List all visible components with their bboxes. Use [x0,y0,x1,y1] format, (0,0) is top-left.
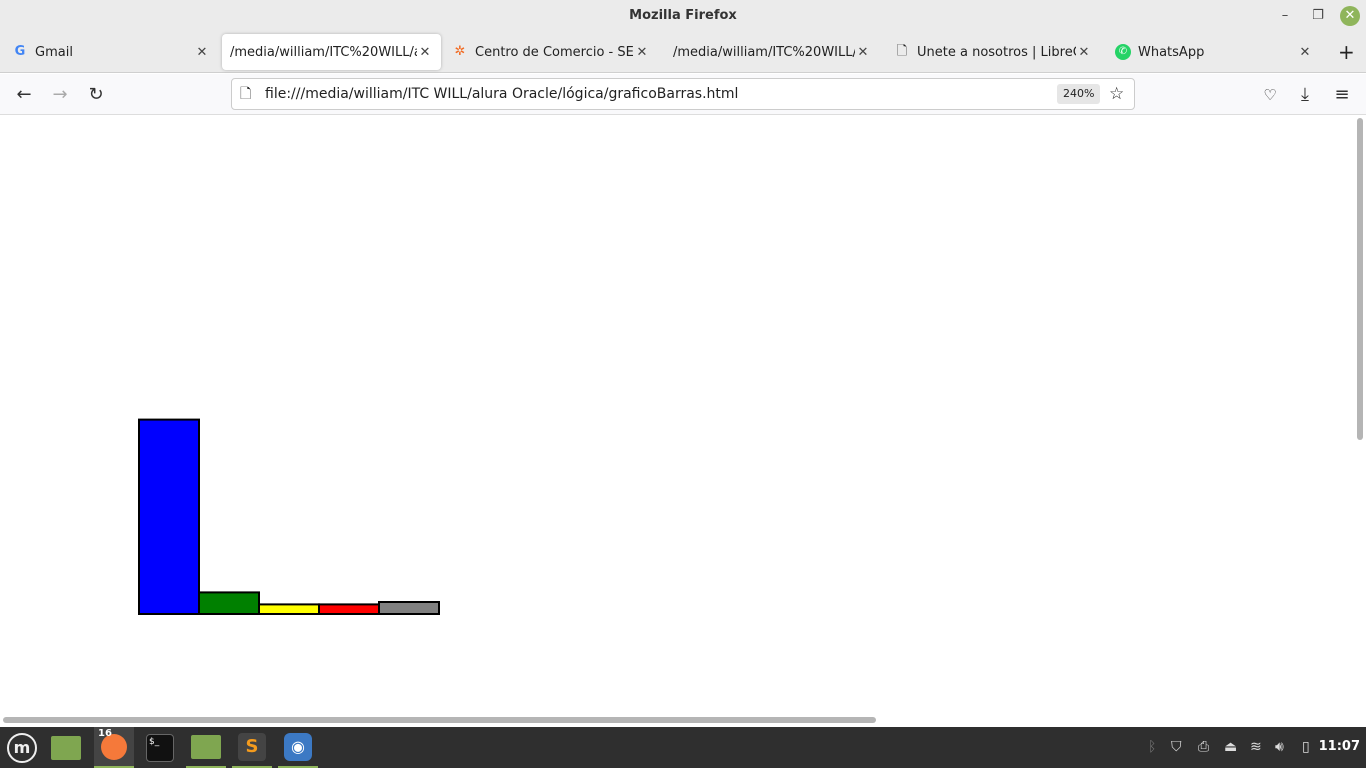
close-tab-icon[interactable]: ✕ [417,45,433,60]
close-tab-icon[interactable]: ✕ [855,45,871,60]
tab-sena[interactable]: ✲ Centro de Comercio - SENA ✕ [444,34,658,70]
tab-label: /media/william/ITC%20WILL/al [673,44,855,60]
downloads-icon[interactable]: ⤓ [1293,83,1317,107]
terminal-icon[interactable]: $_ [140,727,180,768]
shield-icon[interactable]: ⛉ [1171,739,1182,755]
window-titlebar: Mozilla Firefox – ❐ ✕ [0,0,1366,32]
minimize-button[interactable]: – [1275,6,1295,26]
tab-label: /media/william/ITC%20WILL/al [230,44,417,60]
navigation-toolbar: ← → ↻ 🗋 file:///media/william/ITC WILL/a… [0,74,1366,115]
page-icon: 🗋 [240,86,252,102]
page-icon: 🗋 [896,44,908,59]
window-count-badge: 16 [98,728,112,739]
wifi-icon[interactable]: ≋ [1250,739,1262,755]
tab-strip: G Gmail ✕ /media/william/ITC%20WILL/al ✕… [0,32,1366,73]
show-desktop-icon[interactable] [46,727,86,768]
tab-grafico-barras[interactable]: /media/william/ITC%20WILL/al ✕ [222,34,441,70]
menu-icon[interactable]: ≡ [1330,83,1354,107]
bluetooth-icon[interactable]: ᛒ [1148,739,1156,755]
close-window-button[interactable]: ✕ [1340,6,1360,26]
whatsapp-icon: ✆ [1115,44,1131,60]
back-button[interactable]: ← [12,83,36,107]
files-icon[interactable] [186,727,226,768]
firefox-taskbar-button[interactable]: 16 [94,727,134,768]
bar-5 [378,601,440,615]
url-bar[interactable]: 🗋 file:///media/william/ITC WILL/alura O… [231,78,1135,110]
bar-4 [318,603,380,615]
tab-media[interactable]: /media/william/ITC%20WILL/al ✕ [665,34,879,70]
url-text: file:///media/william/ITC WILL/alura Ora… [265,86,739,102]
bar-2 [198,591,260,615]
volume-icon[interactable]: 🔊︎ [1275,739,1284,755]
sena-icon: ✲ [454,44,466,59]
tab-libreoffice[interactable]: 🗋 Únete a nosotros | LibreOffi ✕ [886,34,1100,70]
taskbar: m 16 $_ S ◉ ᛒ ⛉ ⎙ ⏏ ≋ 🔊︎ ▯ 11:07 [0,727,1366,768]
vertical-scrollbar[interactable] [1357,118,1363,440]
tab-label: Únete a nosotros | LibreOffi [917,44,1076,60]
mint-menu-icon[interactable]: m [2,727,42,768]
screenshot-icon[interactable]: ◉ [278,727,318,768]
close-tab-icon[interactable]: ✕ [194,45,210,60]
bar-1 [138,418,200,615]
clock[interactable]: 11:07 [1319,739,1360,754]
google-icon: G [14,44,26,59]
window-title: Mozilla Firefox [629,8,737,23]
printer-icon[interactable]: ⎙ [1198,739,1209,755]
tab-label: WhatsApp [1138,44,1205,60]
close-tab-icon[interactable]: ✕ [1297,45,1313,60]
horizontal-scrollbar[interactable] [3,717,876,723]
sublime-text-icon[interactable]: S [232,727,272,768]
tab-whatsapp[interactable]: ✆ WhatsApp ✕ [1107,34,1321,70]
forward-button[interactable]: → [48,83,72,107]
maximize-button[interactable]: ❐ [1308,6,1328,26]
tab-label: Centro de Comercio - SENA [475,44,634,60]
close-tab-icon[interactable]: ✕ [634,45,650,60]
close-tab-icon[interactable]: ✕ [1076,45,1092,60]
tab-gmail[interactable]: G Gmail ✕ [4,34,218,70]
eject-icon[interactable]: ⏏ [1224,739,1237,755]
battery-icon[interactable]: ▯ [1302,739,1310,755]
bar-chart [138,418,440,615]
tab-label: Gmail [35,44,73,60]
bar-3 [258,603,320,615]
zoom-level-button[interactable]: 240% [1057,84,1101,104]
bookmark-star-icon[interactable]: ☆ [1109,79,1124,109]
pocket-icon[interactable]: ♡ [1258,83,1282,107]
page-content [0,115,1354,727]
reload-button[interactable]: ↻ [84,83,108,107]
new-tab-button[interactable]: + [1330,34,1360,70]
